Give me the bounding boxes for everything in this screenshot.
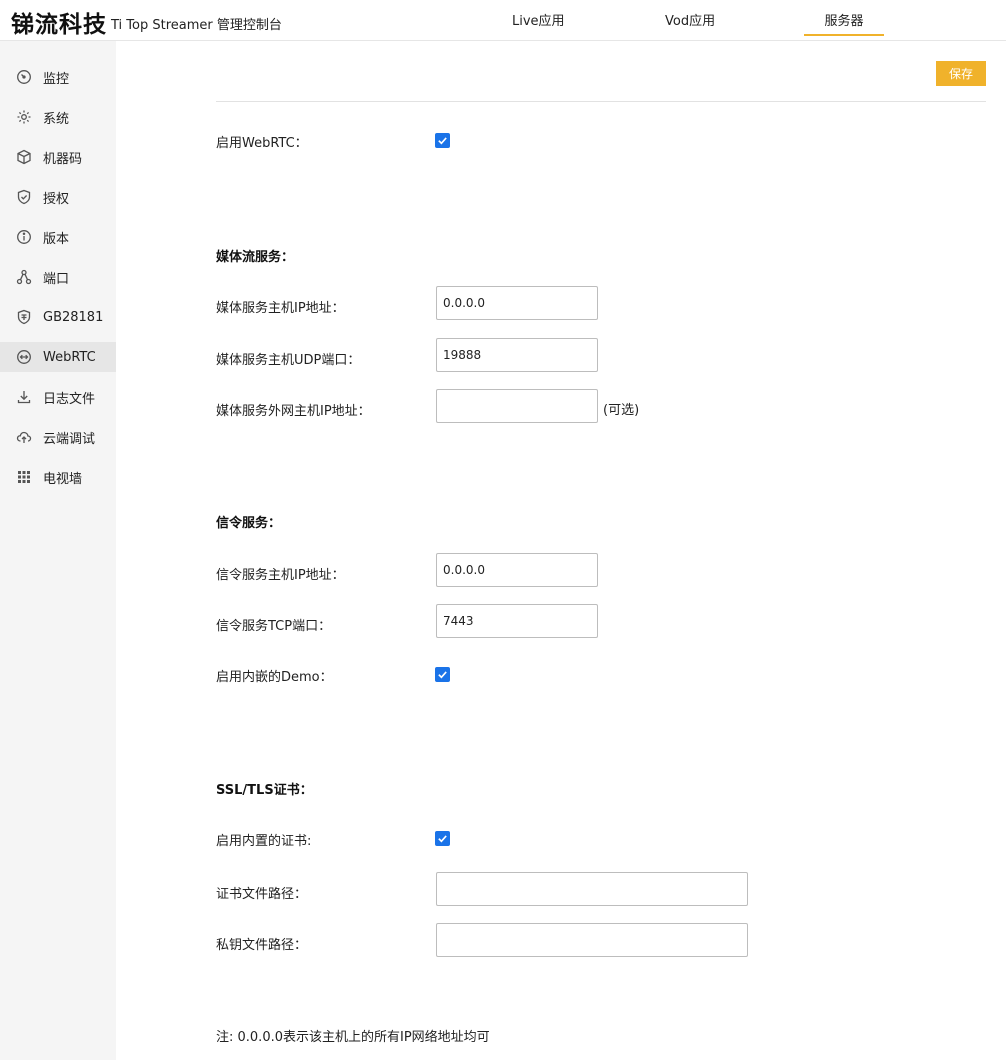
tab-server[interactable]: 服务器 (804, 10, 884, 36)
sidebar-item-version[interactable]: 版本 (0, 222, 116, 252)
builtin-cert-label: 启用内置的证书: (216, 834, 312, 849)
checkmark-icon (438, 671, 447, 679)
sidebar-item-tv-wall[interactable]: 电视墙 (0, 462, 116, 492)
sidebar-item-webrtc[interactable]: WebRTC (0, 342, 116, 372)
cube-icon (16, 149, 32, 165)
signal-host-ip-label: 信令服务主机IP地址： (216, 568, 345, 583)
tab-vod-app[interactable]: Vod应用 (665, 10, 715, 29)
network-icon (16, 269, 32, 285)
media-external-ip-input[interactable] (436, 389, 598, 423)
brand-logo: 锑流科技 (11, 12, 107, 38)
sidebar-item-label: 授权 (43, 191, 70, 207)
gear-icon (16, 109, 32, 125)
sidebar-item-monitor[interactable]: 监控 (0, 62, 116, 92)
divider (216, 101, 986, 102)
sidebar-item-system[interactable]: 系统 (0, 102, 116, 132)
sidebar-item-label: 日志文件 (43, 391, 96, 407)
shield-check-icon (16, 189, 32, 205)
sidebar-item-label: 监控 (43, 71, 70, 87)
signal-tcp-port-input[interactable] (436, 604, 598, 638)
media-udp-port-input[interactable] (436, 338, 598, 372)
sidebar: 监控 系统 机器码 授权 版本 端口 GB28181 WebRTC 日志文件 云… (0, 41, 116, 1060)
sidebar-item-cloud-debug[interactable]: 云端调试 (0, 422, 116, 452)
arrows-circle-icon (16, 349, 32, 365)
sidebar-item-label: 系统 (43, 111, 70, 127)
save-button[interactable]: 保存 (936, 61, 986, 86)
grid-icon (16, 469, 32, 485)
tab-live-app[interactable]: Live应用 (512, 10, 565, 29)
sidebar-item-label: 版本 (43, 231, 70, 247)
download-icon (16, 389, 32, 405)
checkmark-icon (438, 137, 447, 145)
sidebar-item-license[interactable]: 授权 (0, 182, 116, 212)
top-header: 锑流科技 Ti Top Streamer 管理控制台 Live应用 Vod应用 … (0, 0, 1006, 41)
sidebar-item-machine-code[interactable]: 机器码 (0, 142, 116, 172)
sidebar-item-ports[interactable]: 端口 (0, 262, 116, 292)
ssl-section-title: SSL/TLS证书： (216, 783, 313, 798)
builtin-cert-checkbox[interactable] (435, 831, 450, 846)
sidebar-item-label: 电视墙 (43, 471, 83, 487)
enable-webrtc-label: 启用WebRTC： (216, 136, 308, 151)
sidebar-item-label: 云端调试 (43, 431, 96, 447)
optional-hint: (可选) (603, 403, 640, 418)
media-host-ip-input[interactable] (436, 286, 598, 320)
media-host-ip-label: 媒体服务主机IP地址： (216, 301, 345, 316)
signal-tcp-port-label: 信令服务TCP端口： (216, 619, 332, 634)
cert-path-input[interactable] (436, 872, 748, 906)
info-icon (16, 229, 32, 245)
gauge-icon (16, 69, 32, 85)
sidebar-item-log-files[interactable]: 日志文件 (0, 382, 116, 412)
key-path-label: 私钥文件路径： (216, 938, 308, 953)
enable-demo-label: 启用内嵌的Demo： (216, 670, 333, 685)
sidebar-item-label: 端口 (43, 271, 70, 287)
signal-section-title: 信令服务： (216, 516, 282, 531)
signal-host-ip-input[interactable] (436, 553, 598, 587)
cert-path-label: 证书文件路径： (216, 887, 308, 902)
key-path-input[interactable] (436, 923, 748, 957)
badge-icon (16, 309, 32, 325)
enable-webrtc-checkbox[interactable] (435, 133, 450, 148)
media-udp-port-label: 媒体服务主机UDP端口： (216, 353, 361, 368)
media-external-ip-label: 媒体服务外网主机IP地址： (216, 404, 371, 419)
app-subtitle: Ti Top Streamer 管理控制台 (111, 18, 282, 33)
sidebar-item-label: 机器码 (43, 151, 83, 167)
enable-demo-checkbox[interactable] (435, 667, 450, 682)
sidebar-item-label: GB28181 (43, 309, 104, 325)
sidebar-item-gb28181[interactable]: GB28181 (0, 302, 116, 332)
media-section-title: 媒体流服务： (216, 250, 295, 265)
checkmark-icon (438, 835, 447, 843)
sidebar-item-label: WebRTC (43, 349, 96, 365)
footnote: 注: 0.0.0.0表示该主机上的所有IP网络地址均可 (216, 1030, 490, 1045)
cloud-upload-icon (16, 429, 32, 445)
